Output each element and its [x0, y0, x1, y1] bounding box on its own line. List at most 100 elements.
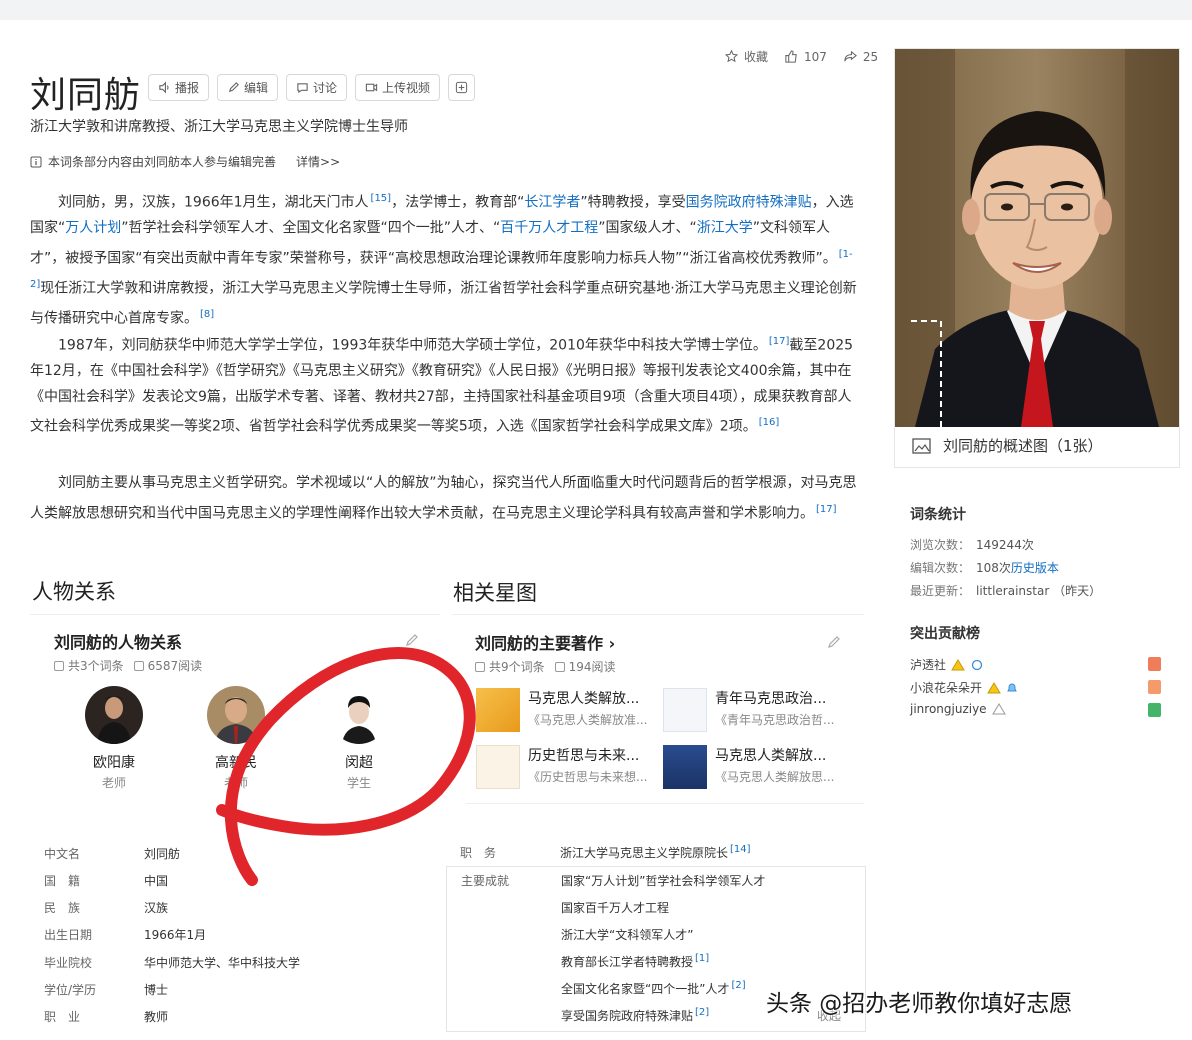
entry-count: 共9个词条: [475, 658, 545, 675]
work-title: 马克思人类解放...: [715, 748, 827, 764]
work-subtitle: 《马克思人类解放思...: [715, 770, 835, 784]
notice-text: 本词条部分内容由刘同舫本人参与编辑完善: [48, 155, 277, 169]
read-count: 6587阅读: [133, 657, 202, 674]
entry-actions: 收藏 107 25: [724, 48, 878, 65]
portrait-photo[interactable]: [895, 49, 1179, 427]
book-cover: [663, 745, 707, 789]
info-key: 中文名: [44, 847, 81, 861]
info-value-link[interactable]: 浙江大学马克思主义学院: [560, 844, 692, 861]
page-title: 刘同舫: [30, 75, 142, 116]
info-row-duty: 职 务 浙江大学马克思主义学院 原院长 [14]: [460, 844, 751, 861]
history-version-link[interactable]: 历史版本: [1011, 561, 1059, 575]
stat-edits: 编辑次数： 108次历史版本: [910, 559, 1059, 576]
like-button[interactable]: 107: [784, 48, 827, 65]
rank-gold-icon: [1148, 657, 1161, 671]
reference-link[interactable]: [17]: [769, 336, 790, 347]
honor-item: 浙江大学“文科领军人才”: [561, 928, 694, 942]
contributor-name: jinrongjuziye: [910, 702, 987, 716]
avatar: [85, 686, 143, 744]
text: 刘同舫主要从事马克思主义哲学研究。学术视域以“人的解放”为轴心，探究当代人所面临…: [30, 475, 857, 522]
info-row-school: 毕业院校 华中师范大学、华中科技大学: [44, 954, 300, 971]
stats-title: 词条统计: [910, 507, 966, 523]
text: ”特聘教授，享受: [580, 194, 686, 211]
info-value: 教师: [144, 1010, 169, 1024]
summary-paragraph-2: 1987年，刘同舫获华中师范大学学士学位，1993年获华中师范大学硕士学位，20…: [30, 329, 860, 440]
discuss-label: 讨论: [313, 81, 338, 95]
info-value: 汉族: [144, 901, 169, 915]
work-subtitle: 《马克思人类解放准...: [528, 713, 648, 727]
relation-person-2[interactable]: 高新民 老师: [191, 686, 281, 791]
reads-icon: [133, 660, 144, 671]
warning-badge-icon: [991, 703, 1006, 715]
text: 现任浙江大学敦和讲席教授，浙江大学马克思主义学院博士生导师，浙江省哲学社会科学重…: [30, 280, 857, 327]
relation-person-3[interactable]: 闵超 学生: [314, 686, 404, 791]
collect-button[interactable]: 收藏: [724, 48, 768, 65]
contributor-3[interactable]: jinrongjuziye: [910, 702, 1006, 716]
value: 149244次: [976, 538, 1034, 552]
work-item-3[interactable]: 历史哲思与未来... 《历史哲思与未来想...: [476, 745, 656, 789]
info-key: 出生日期: [44, 928, 93, 942]
work-item-1[interactable]: 马克思人类解放... 《马克思人类解放准...: [476, 688, 656, 732]
reference-link[interactable]: [16]: [759, 417, 780, 428]
pencil-icon[interactable]: [826, 634, 842, 650]
value: littlerainstar （昨天）: [976, 584, 1102, 598]
info-key: 民 族: [44, 901, 81, 915]
person-role: 学生: [346, 776, 371, 790]
edit-button[interactable]: 编辑: [217, 74, 279, 101]
link-zhejiang-university[interactable]: 浙江大学: [697, 220, 753, 236]
relations-card-title[interactable]: 刘同舫的人物关系: [54, 629, 182, 653]
work-item-4[interactable]: 马克思人类解放... 《马克思人类解放思...: [663, 745, 843, 789]
reference-link[interactable]: [1]: [695, 953, 709, 964]
person-name: 高新民: [215, 755, 257, 771]
contributor-1[interactable]: 泸透社: [910, 656, 984, 673]
relation-person-1[interactable]: 欧阳康 老师: [69, 686, 159, 791]
work-item-2[interactable]: 青年马克思政治... 《青年马克思政治哲...: [663, 688, 843, 732]
info-key: 职 业: [44, 1010, 81, 1024]
reference-link[interactable]: [17]: [816, 504, 837, 515]
link-changjiang-scholar[interactable]: 长江学者: [524, 195, 580, 211]
summary-photo-card[interactable]: 刘同舫的概述图（1张）: [894, 48, 1180, 468]
reference-link[interactable]: [2]: [731, 980, 745, 991]
stat-updated: 最近更新： littlerainstar （昨天）: [910, 582, 1101, 599]
reference-link[interactable]: [2]: [695, 1007, 709, 1018]
photo-caption[interactable]: 刘同舫的概述图（1张）: [911, 435, 1103, 456]
pencil-icon: [228, 82, 239, 93]
info-row-name: 中文名 刘同舫: [44, 845, 180, 862]
discuss-button[interactable]: 讨论: [286, 74, 348, 101]
info-value-link[interactable]: 中国: [144, 872, 168, 889]
info-value: 博士: [144, 983, 169, 997]
photo-caption-text: 刘同舫的概述图（1张）: [943, 437, 1103, 455]
share-icon: [844, 50, 857, 62]
add-button[interactable]: [448, 74, 476, 101]
text: 194阅读: [568, 660, 616, 674]
upload-video-button[interactable]: 上传视频: [355, 74, 441, 101]
work-title: 历史哲思与未来...: [528, 748, 640, 764]
contrib-title: 突出贡献榜: [910, 626, 980, 642]
entry-count: 共3个词条: [54, 657, 124, 674]
book-cover: [476, 745, 520, 789]
link-ten-thousand-talent[interactable]: 万人计划: [65, 220, 121, 236]
share-button[interactable]: 25: [843, 48, 878, 65]
pencil-icon[interactable]: [404, 632, 420, 648]
contributor-2[interactable]: 小浪花朵朵开: [910, 679, 1018, 696]
avatar: [207, 686, 265, 744]
warning-badge-icon: [987, 681, 1001, 693]
notice-details-link[interactable]: 详情>>: [296, 153, 340, 170]
reference-link[interactable]: [14]: [730, 844, 751, 861]
divider: [30, 614, 440, 615]
reference-link[interactable]: [8]: [200, 309, 214, 320]
wreath-badge-icon: [971, 659, 983, 670]
book-cover: [476, 688, 520, 732]
broadcast-button[interactable]: 播报: [148, 74, 210, 101]
honor-item-row: 享受国务院政府特殊津贴 [2]: [561, 1007, 709, 1024]
reference-link[interactable]: [15]: [371, 193, 392, 204]
contributor-name: 泸透社: [910, 658, 947, 672]
reads-icon: [554, 661, 565, 672]
honor-item: 全国文化名家暨“四个一批”人才: [561, 982, 730, 996]
stars-card-title[interactable]: 刘同舫的主要著作 ›: [475, 630, 615, 654]
link-state-council-allowance[interactable]: 国务院政府特殊津贴: [686, 195, 812, 211]
text: ”哲学社会科学领军人才、全国文化名家暨“四个一批”人才、“: [121, 220, 501, 237]
info-value-link[interactable]: 华中师范大学、华中科技大学: [144, 954, 300, 971]
link-talent-project[interactable]: 百千万人才工程: [500, 220, 598, 236]
summary-paragraph-3: 刘同舫主要从事马克思主义哲学研究。学术视域以“人的解放”为轴心，探究当代人所面临…: [30, 471, 860, 527]
